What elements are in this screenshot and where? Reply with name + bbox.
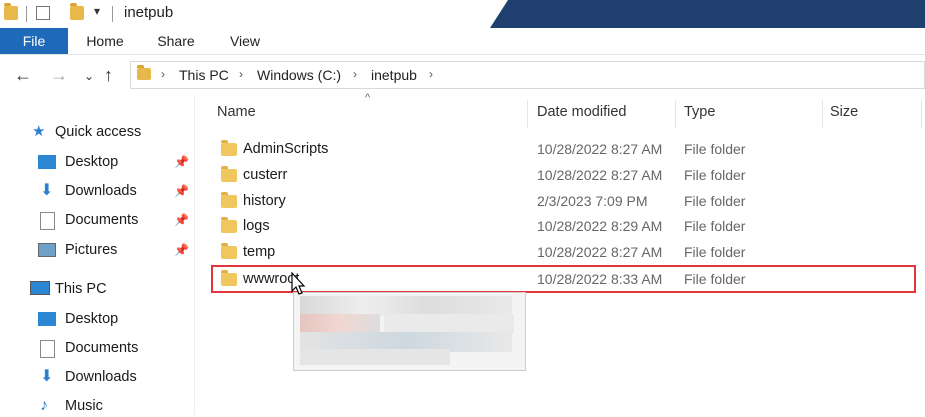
back-arrow-icon[interactable]: ← [14, 65, 32, 86]
title-bar: ▾ inetpub [0, 0, 925, 28]
desktop-icon [38, 312, 56, 326]
downloads-icon: ⬇ [40, 368, 54, 385]
breadcrumb-chevron-icon[interactable]: › [429, 67, 433, 81]
column-separator[interactable] [675, 100, 676, 128]
tab-view[interactable]: View [226, 28, 264, 54]
nav-quick-downloads[interactable]: ⬇ Downloads 📌 [38, 180, 198, 202]
folder-icon [4, 3, 18, 20]
mouse-cursor-icon [291, 272, 306, 295]
file-row[interactable]: AdminScripts 10/28/2022 8:27 AM File fol… [211, 137, 916, 163]
downloads-icon: ⬇ [40, 182, 54, 199]
pin-icon[interactable]: 📌 [174, 151, 189, 173]
window-title: inetpub [124, 4, 174, 21]
breadcrumb-chevron-icon[interactable]: › [161, 67, 165, 81]
address-bar[interactable]: › This PC › Windows (C:) › inetpub › [130, 61, 925, 89]
sort-ascending-icon: ^ [365, 92, 371, 104]
nav-quick-documents[interactable]: Documents 📌 [38, 209, 198, 231]
folder-icon [137, 65, 151, 80]
tooltip-redacted [293, 292, 526, 371]
folder-icon [221, 166, 237, 182]
redacted-block [300, 349, 450, 365]
new-folder-icon[interactable] [70, 3, 84, 20]
column-size[interactable]: Size [830, 104, 858, 120]
column-name[interactable]: Name [217, 104, 256, 120]
column-type[interactable]: Type [684, 104, 715, 120]
breadcrumb-inetpub[interactable]: inetpub [371, 67, 417, 83]
folder-icon [221, 270, 237, 286]
folder-icon [221, 192, 237, 208]
navigation-pane: ★ Quick access Desktop 📌 ⬇ Downloads 📌 D… [0, 96, 195, 415]
customize-toolbar-icon[interactable]: ▾ [94, 4, 100, 18]
redacted-block [384, 314, 514, 334]
navigation-bar: ← → ⌄ ↑ › This PC › Windows (C:) › inetp… [0, 55, 925, 95]
up-arrow-icon[interactable]: ↑ [104, 65, 113, 86]
redacted-block [300, 296, 512, 316]
file-row[interactable]: history 2/3/2023 7:09 PM File folder [211, 189, 916, 215]
documents-icon [40, 340, 55, 358]
titlebar-dark-area [490, 0, 925, 28]
divider [112, 6, 113, 22]
file-row[interactable]: temp 10/28/2022 8:27 AM File folder [211, 240, 916, 266]
redacted-block [300, 314, 380, 334]
divider [26, 6, 27, 22]
star-icon: ★ [32, 123, 46, 140]
desktop-icon [38, 155, 56, 169]
forward-arrow-icon[interactable]: → [50, 65, 68, 86]
music-icon: ♪ [40, 397, 48, 414]
properties-icon[interactable] [36, 6, 50, 20]
tab-share[interactable]: Share [152, 28, 200, 54]
recent-locations-chevron-icon[interactable]: ⌄ [84, 69, 94, 83]
folder-icon [221, 217, 237, 233]
tab-home[interactable]: Home [82, 28, 128, 54]
breadcrumb-this-pc[interactable]: This PC [179, 67, 229, 83]
file-row[interactable]: custerr 10/28/2022 8:27 AM File folder [211, 163, 916, 189]
pin-icon[interactable]: 📌 [174, 180, 189, 202]
folder-icon [221, 140, 237, 156]
nav-quick-pictures[interactable]: Pictures 📌 [38, 239, 198, 261]
breadcrumb-windows-c[interactable]: Windows (C:) [257, 67, 341, 83]
file-row-selected[interactable]: wwwroot 10/28/2022 8:33 AM File folder [211, 265, 916, 293]
documents-icon [40, 212, 55, 230]
pictures-icon [38, 243, 56, 257]
column-header: ^ Name Date modified Type Size [205, 92, 925, 128]
computer-icon [30, 281, 50, 295]
column-separator[interactable] [527, 100, 528, 128]
file-row[interactable]: logs 10/28/2022 8:29 AM File folder [211, 214, 916, 240]
pin-icon[interactable]: 📌 [174, 239, 189, 261]
column-separator[interactable] [822, 100, 823, 128]
breadcrumb-chevron-icon[interactable]: › [353, 67, 357, 81]
column-date-modified[interactable]: Date modified [537, 104, 626, 120]
tab-file[interactable]: File [0, 28, 68, 54]
folder-icon [221, 243, 237, 259]
column-separator[interactable] [921, 100, 922, 128]
nav-quick-desktop[interactable]: Desktop 📌 [38, 151, 198, 173]
ribbon-tabs: File Home Share View [0, 28, 925, 55]
breadcrumb-chevron-icon[interactable]: › [239, 67, 243, 81]
pin-icon[interactable]: 📌 [174, 209, 189, 231]
